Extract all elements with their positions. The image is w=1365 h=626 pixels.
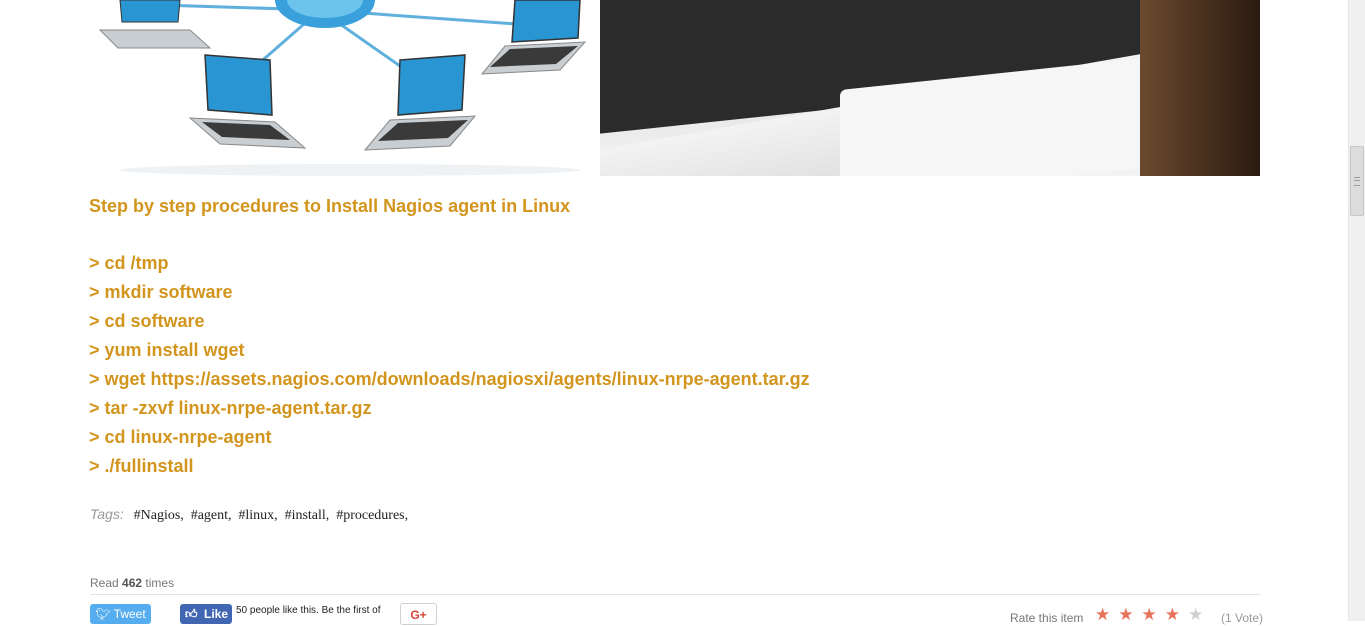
star-icon[interactable]: ★ [1118,605,1141,624]
read-prefix: Read [90,576,119,590]
tag-procedures[interactable]: #procedures, [336,508,408,523]
command-line: > yum install wget [89,340,245,360]
command-line: > cd linux-nrpe-agent [89,427,272,447]
article-heading: Step by step procedures to Install Nagio… [89,196,571,216]
star-icon[interactable]: ★ [1165,605,1188,624]
divider [90,594,1260,595]
vote-count: (1 Vote) [1221,611,1264,625]
scrollbar-thumb[interactable] [1350,146,1364,216]
star-icon[interactable]: ★ [1142,605,1165,624]
tag-install[interactable]: #install, [285,508,330,523]
laptop-keyboard-photo [600,0,1260,176]
grip-icon [1354,177,1360,186]
vertical-scrollbar[interactable] [1348,0,1365,621]
command-line: > mkdir software [89,282,233,302]
tag-nagios[interactable]: #Nagios, [134,508,184,523]
tags-label: Tags: [90,506,124,522]
star-icon[interactable]: ★ [1188,605,1211,624]
read-count-value: 462 [122,576,143,590]
command-line: > tar -zxvf linux-nrpe-agent.tar.gz [89,398,372,418]
command-list: > cd /tmp > mkdir software > cd software… [89,254,810,486]
tweet-label: Tweet [113,607,146,621]
rating-stars[interactable]: ★★★★★ [1095,605,1211,625]
google-plus-button[interactable]: G+ [400,603,437,625]
network-illustration [90,0,600,176]
tag-agent[interactable]: #agent, [191,508,232,523]
tag-linux[interactable]: #linux, [238,508,277,523]
like-label: Like [203,607,228,621]
thumbs-up-icon: 👍︎ [185,607,198,621]
command-line: > cd /tmp [89,253,169,273]
twitter-bird-icon: 🐦︎ [95,607,111,621]
read-suffix: times [145,576,175,590]
star-icon[interactable]: ★ [1095,605,1118,624]
rate-label: Rate this item [1010,611,1084,625]
like-button[interactable]: 👍︎ Like [180,604,232,624]
read-count: Read 462 times [90,576,174,590]
like-count-text: 50 people like this. Be the first of [236,605,381,616]
command-line: > cd software [89,311,205,331]
command-line: > wget https://assets.nagios.com/downloa… [89,369,810,389]
network-diagram-icon [98,0,587,176]
tags-row: Tags: #Nagios, #agent, #linux, #install,… [90,506,411,524]
wooden-table [1140,0,1260,176]
tweet-button[interactable]: 🐦︎ Tweet [90,604,151,624]
command-line: > ./fullinstall [89,456,194,476]
